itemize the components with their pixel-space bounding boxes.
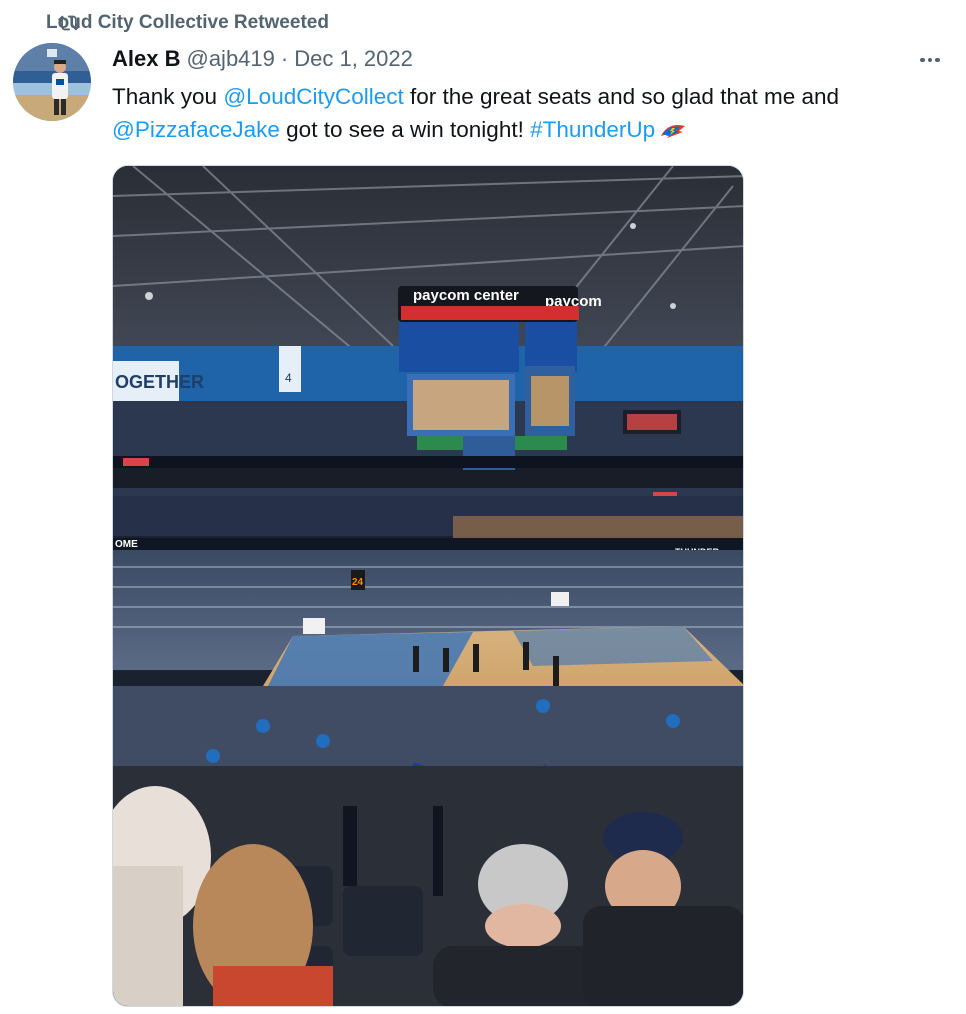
tweet-text-segment: Thank you (112, 84, 224, 109)
arena-photo: OGETHER 4 paycom center paycom OME 24 (113, 166, 743, 1006)
retired-number: 4 (285, 371, 292, 385)
more-options-icon (920, 57, 925, 63)
author-handle[interactable]: @ajb419 (186, 46, 274, 72)
scoreboard-brand: paycom center (413, 287, 519, 304)
thunder-hashflag-icon (661, 125, 686, 139)
author-name[interactable]: Alex B (112, 46, 180, 72)
mention-link[interactable]: @LoudCityCollect (223, 84, 403, 109)
avatar-image (13, 43, 91, 121)
retweet-label[interactable]: Loud City Collective Retweeted (46, 12, 329, 34)
tweet-text-segment: for the great seats and so glad that me … (403, 84, 840, 109)
mention-link[interactable]: @PizzafaceJake (112, 117, 280, 142)
avatar[interactable] (13, 43, 91, 121)
tweet-header: Alex B @ajb419 · Dec 1, 2022 (112, 46, 413, 72)
tweet-date[interactable]: Dec 1, 2022 (294, 46, 413, 72)
separator-dot: · (280, 46, 289, 71)
tweet-text-segment: got to see a win tonight! (279, 117, 531, 142)
shot-clock: 24 (352, 577, 364, 588)
hashtag-link[interactable]: #ThunderUp (530, 117, 655, 142)
tweet-text: Thank you @LoudCityCollect for the great… (112, 80, 942, 146)
tweet-photo[interactable]: OGETHER 4 paycom center paycom OME 24 (112, 165, 744, 1007)
baseline-left-text: OME (115, 539, 138, 550)
more-options-button[interactable] (916, 46, 944, 74)
banner-left-text: OGETHER (115, 372, 204, 392)
